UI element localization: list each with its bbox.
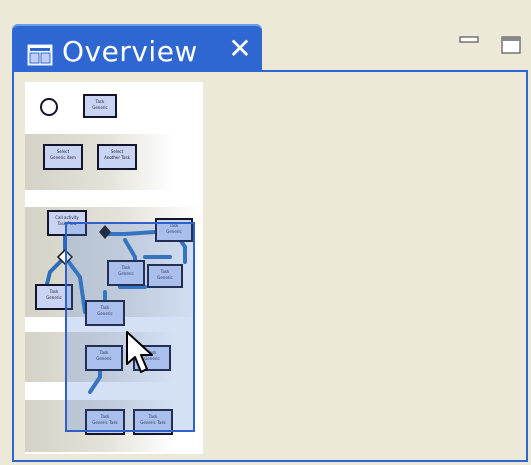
close-icon[interactable]: ✕	[227, 35, 253, 63]
viewport-rectangle[interactable]	[65, 222, 195, 432]
mouse-pointer-icon	[126, 331, 153, 373]
task-node[interactable]: Select Generic item	[43, 144, 83, 170]
view-tab-bar: Overview ✕	[0, 10, 531, 82]
minimize-icon[interactable]	[458, 36, 480, 54]
task-node[interactable]: Task Generic	[83, 94, 117, 118]
tab-label: Overview	[62, 35, 198, 68]
overview-icon	[27, 44, 53, 66]
task-node[interactable]: Select Another Task	[97, 144, 137, 170]
maximize-icon[interactable]	[500, 36, 522, 54]
top-edge	[0, 0, 531, 10]
